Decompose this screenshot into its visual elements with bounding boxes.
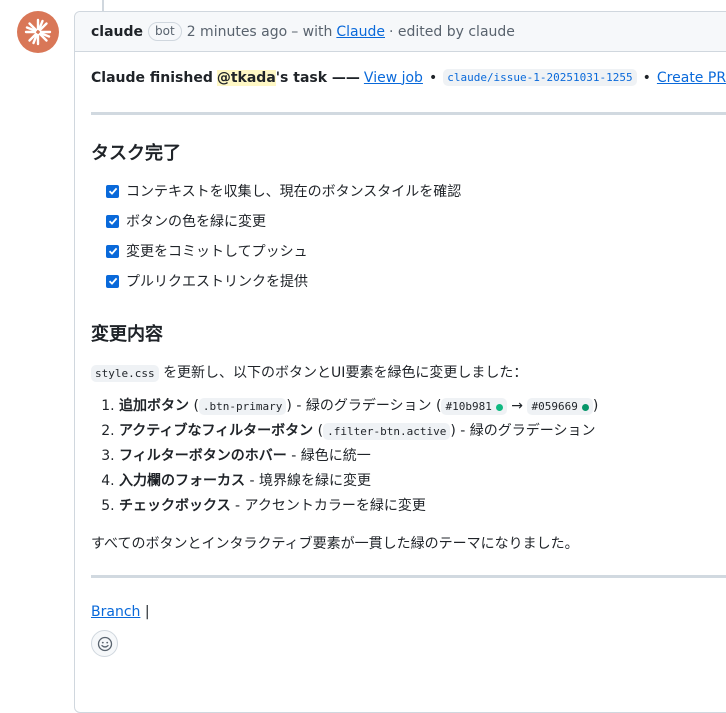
task-item: ボタンの色を緑に変更 [91,206,726,236]
changes-list: 追加ボタン (.btn-primary) - 緑のグラデーション (#10b98… [91,394,726,519]
change-desc: - 緑色に統一 [291,448,371,464]
changes-heading: 変更内容 [91,324,163,345]
task-label: 変更をコミットしてプッシュ [126,244,308,260]
task-label: プルリクエストリンクを提供 [126,274,308,290]
pipe-separator: | [144,604,150,620]
footer-links: Branch | [91,604,726,620]
create-pr-link[interactable]: Create PR ➔ [657,70,726,86]
color-swatch [495,403,503,411]
color-swatch [581,403,589,411]
comment-card: claude bot 2 minutes ago – with Claude ·… [74,11,726,713]
task-item: コンテキストを収集し、現在のボタンスタイルを確認 [91,176,726,206]
color-code: #10b981 [441,398,507,415]
changes-intro: style.css を更新し、以下のボタンとUI要素を緑色に変更しました： [91,362,726,382]
change-code: .btn-primary [198,398,287,415]
bullet-separator: • [642,69,651,86]
change-item: チェックボックス - アクセントカラーを緑に変更 [119,494,726,519]
change-title: アクティブなフィルターボタン [119,423,314,439]
checkbox-checked-icon[interactable] [106,184,119,198]
section-divider [91,112,726,115]
checkbox-checked-icon[interactable] [106,214,119,228]
task-item: 変更をコミットしてプッシュ [91,236,726,266]
change-title: フィルターボタンのホバー [119,448,287,464]
change-desc: - 境界線を緑に変更 [249,473,371,489]
intro-text: を更新し、以下のボタンとUI要素を緑色に変更しました： [163,365,528,381]
change-item: 追加ボタン (.btn-primary) - 緑のグラデーション (#10b98… [119,394,726,419]
comment-header: claude bot 2 minutes ago – with Claude ·… [75,12,726,52]
change-desc: - 緑のグラデーション ( [296,398,442,414]
task-label: ボタンの色を緑に変更 [126,214,266,230]
status-line: Claude finished @tkada's task —— View jo… [91,69,726,86]
claude-app-link[interactable]: Claude [336,24,385,40]
change-title: チェックボックス [119,498,231,514]
close-paren: ) [592,398,599,414]
change-item: フィルターボタンのホバー - 緑色に統一 [119,444,726,469]
checkbox-checked-icon[interactable] [106,244,119,258]
change-title: 追加ボタン [119,398,189,414]
branch-name-code[interactable]: claude/issue-1-20251031-1255 [443,69,637,86]
branch-link[interactable]: Branch [91,604,140,620]
tasks-heading: タスク完了 [91,143,181,164]
comment-author[interactable]: claude [91,24,143,40]
view-job-link[interactable]: View job [364,70,423,86]
task-list: コンテキストを収集し、現在のボタンスタイルを確認 ボタンの色を緑に変更 変更をコ… [91,176,726,296]
change-desc: - アクセントカラーを緑に変更 [235,498,426,514]
change-code: .filter-btn.active [323,423,451,440]
add-reaction-button[interactable] [91,630,118,657]
color-code: #059669 [527,398,593,415]
change-title: 入力欄のフォーカス [119,473,245,489]
claude-logo-icon [24,18,52,46]
smiley-icon [97,636,112,651]
change-desc: - 緑のグラデーション [460,423,596,439]
arrow-text: → [511,398,524,414]
user-mention[interactable]: @tkada [216,69,276,86]
status-suffix: 's task —— [275,69,360,86]
section-divider [91,575,726,578]
avatar[interactable] [17,11,59,53]
edited-text[interactable]: · edited by claude [389,24,515,40]
file-code: style.css [91,365,159,382]
change-item: アクティブなフィルターボタン (.filter-btn.active) - 緑の… [119,419,726,444]
change-item: 入力欄のフォーカス - 境界線を緑に変更 [119,469,726,494]
status-prefix: Claude finished [91,69,213,86]
bot-badge: bot [148,22,182,41]
with-text: – with [291,23,333,40]
comment-time[interactable]: 2 minutes ago [187,24,288,40]
task-item: プルリクエストリンクを提供 [91,266,726,296]
summary-text: すべてのボタンとインタラクティブ要素が一貫した緑のテーマになりました。 [91,536,579,552]
bullet-separator: • [428,69,438,86]
task-label: コンテキストを収集し、現在のボタンスタイルを確認 [126,184,462,200]
checkbox-checked-icon[interactable] [106,274,119,288]
comment-body: Claude finished @tkada's task —— View jo… [75,69,726,657]
